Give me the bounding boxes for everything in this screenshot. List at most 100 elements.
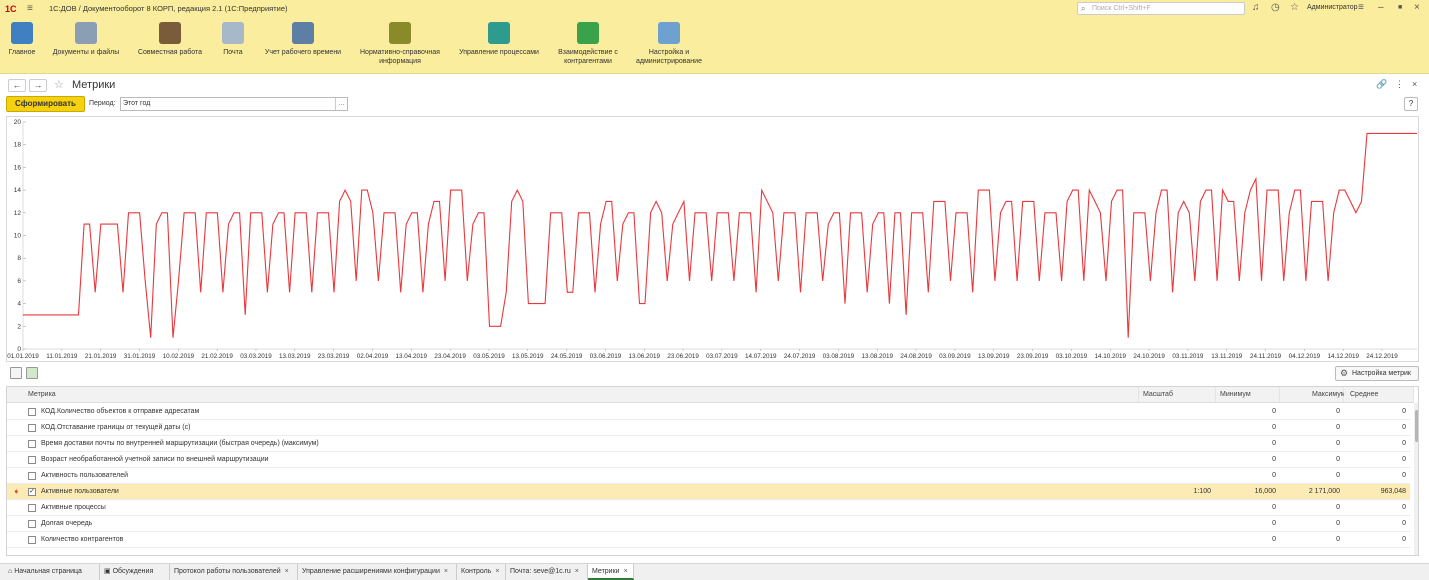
search-input[interactable]: ⌕ Поиск Ctrl+Shift+F: [1077, 2, 1245, 15]
section-reference[interactable]: Нормативно-справочная информация: [354, 17, 446, 74]
header-scale[interactable]: Масштаб: [1139, 387, 1216, 403]
command-bar: Сформировать Период: Этот год … ?: [0, 95, 1429, 115]
header-metric[interactable]: Метрика: [7, 387, 1139, 403]
counterparties-icon: [577, 22, 599, 44]
bell-icon[interactable]: ♫: [1252, 2, 1260, 13]
metric-max: 0: [1336, 440, 1340, 447]
section-time-tracking[interactable]: Учет рабочего времени: [258, 17, 348, 74]
metrics-chart: 0 2 4 6 8 10 12 14 16 18 20 01.01.2019 11.01.2019 21.…: [6, 116, 1419, 362]
section-processes[interactable]: Управление процессами: [452, 17, 546, 74]
metric-checkbox[interactable]: [28, 424, 36, 432]
chart-svg: 0 2 4 6 8 10 12 14 16 18 20 01.01.2019 11.01.2019 21.…: [7, 119, 1417, 360]
metric-name: Активные процессы: [41, 504, 106, 511]
metric-checkbox[interactable]: [28, 472, 36, 480]
forward-button[interactable]: →: [29, 79, 47, 92]
table-row[interactable]: КОД.Количество объектов к отправке адрес…: [7, 404, 1410, 420]
restore-icon[interactable]: ■: [1398, 4, 1402, 11]
x-tick-label: 03.06.2019: [590, 353, 622, 360]
more-icon[interactable]: ⋮: [1395, 79, 1404, 90]
minimize-icon[interactable]: –: [1378, 2, 1384, 13]
close-form-icon[interactable]: ×: [1412, 79, 1417, 89]
section-counterparties[interactable]: Взаимодействие с контрагентами: [552, 17, 624, 74]
close-tab-icon[interactable]: ×: [495, 568, 499, 575]
header-min[interactable]: Минимум: [1216, 387, 1280, 403]
table-row[interactable]: КОД.Отставание границы от текущей даты (…: [7, 420, 1410, 436]
metric-checkbox[interactable]: [28, 440, 36, 448]
generate-button[interactable]: Сформировать: [6, 96, 85, 112]
tab-window[interactable]: Управление расширениями конфигурации ×: [298, 564, 457, 580]
tab-window[interactable]: Почта: seve@1c.ru ×: [506, 564, 588, 580]
history-icon[interactable]: ◷: [1271, 2, 1280, 13]
period-label: Период:: [89, 100, 116, 107]
metric-checkbox[interactable]: [28, 456, 36, 464]
metric-checkbox[interactable]: [28, 408, 36, 416]
title-bar: 1С ≡ 1С:ДОВ / Документооборот 8 КОРП, ре…: [0, 0, 1429, 17]
header-max[interactable]: Максимум: [1280, 387, 1345, 403]
section-administration[interactable]: Настройка и администрирование: [630, 17, 708, 74]
close-tab-icon[interactable]: ×: [285, 568, 289, 575]
section-documents[interactable]: Документы и файлы: [48, 17, 124, 74]
copy-icon[interactable]: [10, 367, 22, 379]
metric-avg: 963,048: [1380, 488, 1406, 495]
metric-name: Активность пользователей: [41, 472, 129, 479]
menu-icon[interactable]: ≡: [27, 3, 39, 14]
x-tick-label: 13.08.2019: [862, 353, 894, 360]
table-scrollbar[interactable]: [1414, 403, 1418, 555]
documents-icon: [75, 22, 97, 44]
y-tick-label: 8: [17, 255, 21, 262]
close-window-icon[interactable]: ×: [1414, 2, 1420, 13]
help-button[interactable]: ?: [1404, 97, 1418, 111]
table-row[interactable]: Время доставки почты по внутренней маршр…: [7, 436, 1410, 452]
metric-min: 0: [1272, 536, 1276, 543]
period-input[interactable]: Этот год …: [120, 97, 348, 111]
gear-icon: ⚙: [1340, 368, 1349, 378]
tab-window[interactable]: ⌂ Начальная страница: [4, 564, 100, 580]
x-tick-label: 24.05.2019: [551, 353, 583, 360]
table-row[interactable]: ➧ ✓ Активные пользователи 1:100 16,000 2 171,…: [7, 484, 1410, 500]
favorites-icon[interactable]: ☆: [1290, 2, 1299, 13]
close-tab-icon[interactable]: ×: [575, 568, 579, 575]
tab-window[interactable]: Протокол работы пользователей ×: [170, 564, 298, 580]
period-select-button[interactable]: …: [335, 98, 347, 110]
table-row[interactable]: Долгая очередь 0 0 0: [7, 516, 1410, 532]
table-row[interactable]: Активность пользователей 0 0 0: [7, 468, 1410, 484]
metric-min: 0: [1272, 440, 1276, 447]
x-tick-label: 13.06.2019: [629, 353, 661, 360]
metric-name: Возраст необработанной учетной записи по…: [41, 456, 269, 463]
star-icon[interactable]: ☆: [54, 78, 64, 91]
metric-checkbox[interactable]: [28, 504, 36, 512]
table-row[interactable]: Активные процессы 0 0 0: [7, 500, 1410, 516]
metric-avg: 0: [1402, 424, 1406, 431]
metric-min: 0: [1272, 472, 1276, 479]
metrics-settings-button[interactable]: ⚙ Настройка метрик: [1335, 366, 1419, 381]
x-tick-label: 13.04.2019: [396, 353, 428, 360]
refresh-icon[interactable]: [26, 367, 38, 379]
settings-menu-icon[interactable]: ≡: [1358, 2, 1364, 13]
metric-name: Количество контрагентов: [41, 536, 124, 543]
metric-checkbox[interactable]: [28, 520, 36, 528]
close-tab-icon[interactable]: ×: [624, 568, 628, 575]
metric-checkbox[interactable]: ✓: [28, 488, 36, 496]
metric-checkbox[interactable]: [28, 536, 36, 544]
y-tick-label: 20: [14, 119, 22, 126]
metric-min: 0: [1272, 424, 1276, 431]
user-name[interactable]: Администратор: [1307, 4, 1358, 11]
table-row[interactable]: Количество контрагентов 0 0 0: [7, 532, 1410, 548]
close-tab-icon[interactable]: ×: [444, 568, 448, 575]
metric-avg: 0: [1402, 408, 1406, 415]
metrics-table: Метрика Масштаб Минимум Максимум Среднее…: [6, 386, 1419, 556]
section-collaboration[interactable]: Совместная работа: [132, 17, 208, 74]
table-row[interactable]: Возраст необработанной учетной записи по…: [7, 452, 1410, 468]
back-button[interactable]: ←: [8, 79, 26, 92]
section-mail[interactable]: Почта: [215, 17, 251, 74]
metric-avg: 0: [1402, 456, 1406, 463]
tab-window[interactable]: ▣ Обсуждения: [100, 564, 170, 580]
scrollbar-thumb[interactable]: [1415, 410, 1418, 442]
header-avg[interactable]: Среднее: [1344, 387, 1414, 403]
tab-window[interactable]: Метрики ×: [588, 564, 634, 580]
link-icon[interactable]: 🔗: [1376, 79, 1387, 90]
tab-window[interactable]: Контроль ×: [457, 564, 506, 580]
books-icon: [389, 22, 411, 44]
x-tick-label: 13.03.2019: [279, 353, 311, 360]
section-main[interactable]: Главное: [2, 17, 42, 74]
